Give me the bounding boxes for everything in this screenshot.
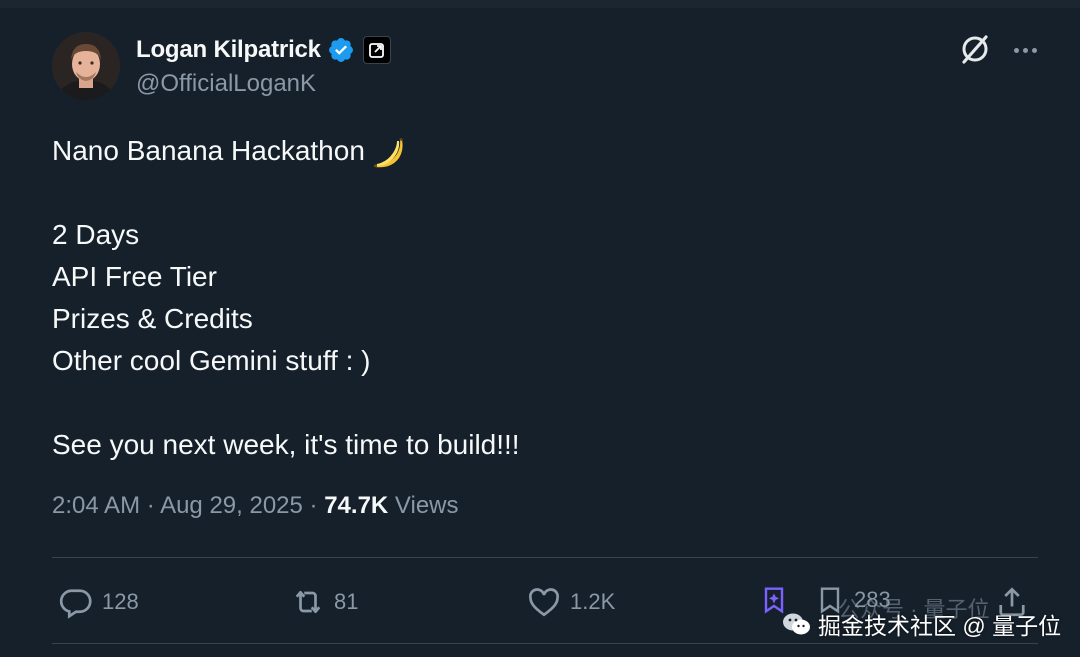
tweet-line: Nano Banana Hackathon (52, 130, 1012, 172)
tweet-line (52, 172, 1012, 214)
views-count[interactable]: 74.7K (324, 492, 388, 519)
tweet-header: Logan Kilpatrick @OfficialLoganK (52, 32, 1042, 102)
banana-icon (373, 137, 403, 167)
watermark: 掘金技术社区 @ 量子位 (782, 607, 1061, 641)
verified-badge-icon (328, 38, 353, 62)
tweet-line (52, 382, 1012, 424)
tweet-line: API Free Tier (52, 261, 217, 292)
meta-separator: · (302, 492, 325, 519)
tweet-line: See you next week, it's time to build!!! (52, 429, 520, 460)
tweet-meta: 2:04 AM · Aug 29, 2025 · 74.7K Views (52, 492, 459, 520)
divider (52, 557, 1038, 558)
bottom-divider (52, 643, 1038, 644)
grok-icon[interactable] (958, 32, 992, 66)
reply-icon (59, 589, 92, 619)
more-options-icon[interactable] (1007, 36, 1043, 64)
name-row: Logan Kilpatrick (136, 36, 391, 64)
repost-count: 81 (334, 589, 359, 614)
reply-button[interactable]: 128 (58, 584, 139, 620)
repost-icon (295, 590, 321, 614)
reply-count: 128 (102, 589, 139, 614)
like-button[interactable]: 1.2K (526, 584, 615, 620)
meta-separator: · (140, 492, 161, 519)
views-label: Views (394, 492, 459, 519)
watermark-text: 掘金技术社区 @ 量子位 (818, 613, 1062, 639)
tweet-line: Other cool Gemini stuff : ) (52, 345, 371, 376)
avatar[interactable] (52, 32, 120, 100)
wechat-icon (783, 613, 810, 635)
tweet-line: Prizes & Credits (52, 303, 253, 334)
display-name[interactable]: Logan Kilpatrick (136, 36, 321, 64)
affiliate-badge-icon[interactable] (362, 36, 391, 64)
handle[interactable]: @OfficialLoganK (136, 70, 316, 98)
tweet-date[interactable]: Aug 29, 2025 (160, 492, 303, 519)
repost-button[interactable]: 81 (290, 584, 358, 620)
window-top-edge (0, 0, 1080, 8)
tweet-text: Nano Banana Hackathon 2 Days API Free Ti… (52, 130, 1012, 466)
heart-icon (529, 588, 559, 617)
like-count: 1.2K (570, 589, 616, 614)
tweet-line: 2 Days (52, 219, 140, 250)
tweet-time[interactable]: 2:04 AM (52, 492, 140, 519)
